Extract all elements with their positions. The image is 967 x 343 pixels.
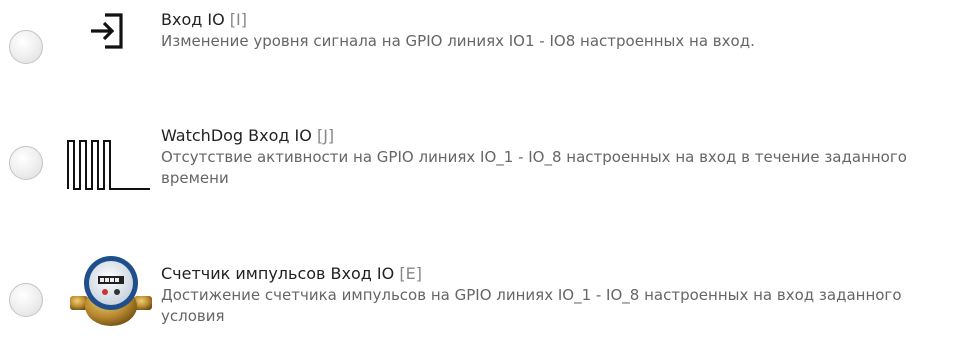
- option-text: WatchDog Вход IO [J] Отсутствие активнос…: [161, 125, 961, 189]
- radio-io-input[interactable]: [9, 30, 43, 64]
- option-text: Счетчик импульсов Вход IO [E] Достижение…: [161, 263, 961, 327]
- option-pulse-counter-io-input[interactable]: Счетчик импульсов Вход IO [E] Достижение…: [0, 250, 967, 343]
- option-watchdog-io-input[interactable]: WatchDog Вход IO [J] Отсутствие активнос…: [0, 110, 967, 220]
- radio-pulse-counter-io-input[interactable]: [9, 283, 43, 317]
- option-text: Вход IO [I] Изменение уровня сигнала на …: [161, 9, 961, 52]
- sign-in-icon: [88, 11, 128, 51]
- option-title-label: WatchDog Вход IO: [161, 126, 312, 145]
- option-title-label: Вход IO: [161, 10, 225, 29]
- option-description: Достижение счетчика импульсов на GPIO ли…: [161, 286, 902, 325]
- pulse-wave-icon: [66, 137, 152, 193]
- option-code: [I]: [229, 10, 247, 29]
- option-title: Счетчик импульсов Вход IO [E]: [161, 263, 961, 285]
- option-io-input[interactable]: Вход IO [I] Изменение уровня сигнала на …: [0, 0, 967, 90]
- option-code: [E]: [399, 264, 422, 283]
- option-title: Вход IO [I]: [161, 9, 961, 31]
- water-meter-icon: [70, 252, 152, 330]
- option-title-label: Счетчик импульсов Вход IO: [161, 264, 395, 283]
- option-description: Изменение уровня сигнала на GPIO линиях …: [161, 32, 755, 50]
- radio-watchdog-io-input[interactable]: [9, 146, 43, 180]
- option-description: Отсутствие активности на GPIO линиях IO_…: [161, 148, 907, 187]
- option-code: [J]: [316, 126, 335, 145]
- option-title: WatchDog Вход IO [J]: [161, 125, 961, 147]
